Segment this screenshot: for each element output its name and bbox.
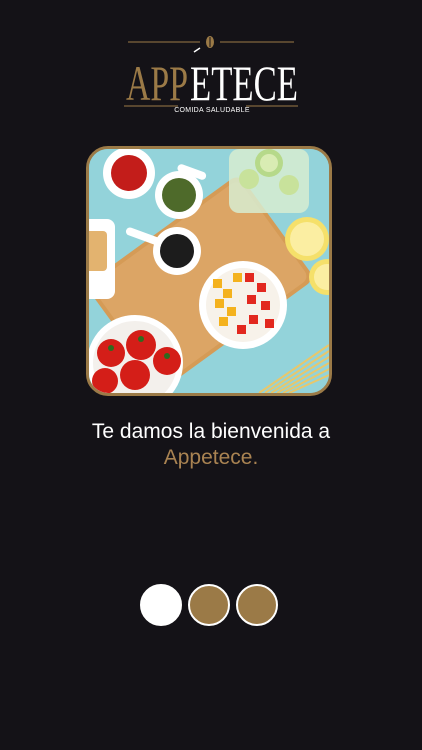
logo-tagline: COMIDA SALUDABLE: [174, 107, 250, 114]
welcome-message: Te damos la bienvenida a Appetece.: [0, 419, 422, 471]
pager-dot-3[interactable]: [236, 584, 278, 626]
welcome-line-1: Te damos la bienvenida a: [91, 420, 331, 443]
welcome-brand-name: Appetece.: [163, 446, 259, 469]
logo-text-prefix: APP: [126, 55, 188, 111]
appetece-logo-icon: APP ETECE COMIDA SALUDABLE: [124, 36, 298, 114]
hero-image: [86, 146, 332, 396]
pager-dot-2[interactable]: [188, 584, 230, 626]
onboarding-pager: [140, 584, 282, 628]
food-flatlay-image-icon: [89, 149, 329, 393]
app-logo: APP ETECE COMIDA SALUDABLE: [108, 26, 314, 122]
pager-dot-1[interactable]: [140, 584, 182, 626]
logo-text-suffix: ETECE: [190, 55, 298, 111]
